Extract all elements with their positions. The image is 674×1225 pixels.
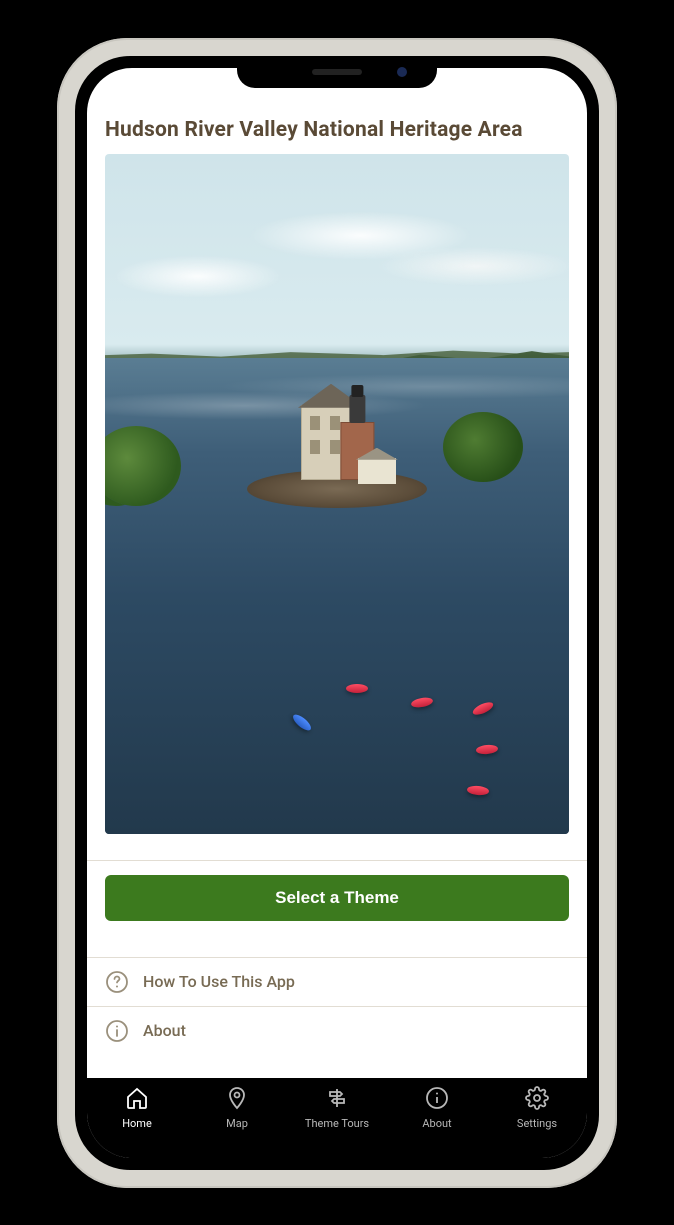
how-to-use-link[interactable]: How To Use This App [105, 958, 569, 1006]
question-circle-icon [105, 970, 129, 994]
tab-map[interactable]: Map [187, 1086, 287, 1130]
tab-about[interactable]: About [387, 1086, 487, 1130]
tab-label: Settings [517, 1117, 557, 1130]
link-label: How To Use This App [143, 972, 295, 991]
signpost-icon [325, 1086, 349, 1113]
tab-label: Map [226, 1117, 248, 1130]
phone-notch [237, 56, 437, 88]
select-theme-button[interactable]: Select a Theme [105, 875, 569, 921]
info-circle-icon [105, 1019, 129, 1043]
tab-label: Theme Tours [305, 1117, 369, 1130]
map-pin-icon [225, 1086, 249, 1113]
about-link[interactable]: About [105, 1007, 569, 1055]
page-title: Hudson River Valley National Heritage Ar… [105, 118, 569, 142]
home-icon [125, 1086, 149, 1113]
tab-settings[interactable]: Settings [487, 1086, 587, 1130]
tab-bar: Home Map [87, 1078, 587, 1158]
info-circle-icon [425, 1086, 449, 1113]
phone-bezel: Hudson River Valley National Heritage Ar… [75, 56, 599, 1170]
hero-image [105, 154, 569, 834]
tab-label: About [422, 1117, 451, 1130]
gear-icon [525, 1086, 549, 1113]
tab-label: Home [122, 1117, 152, 1130]
app-screen: Hudson River Valley National Heritage Ar… [87, 68, 587, 1158]
divider [87, 860, 587, 861]
main-content: Hudson River Valley National Heritage Ar… [87, 68, 587, 1078]
tab-theme-tours[interactable]: Theme Tours [287, 1086, 387, 1130]
phone-frame: Hudson River Valley National Heritage Ar… [57, 38, 617, 1188]
tab-home[interactable]: Home [87, 1086, 187, 1130]
link-label: About [143, 1021, 186, 1040]
